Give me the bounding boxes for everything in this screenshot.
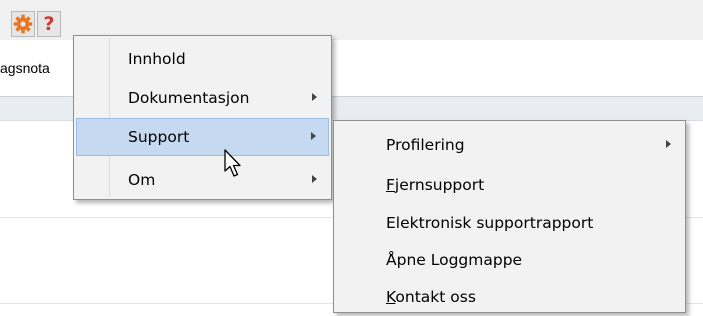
help-icon: ? xyxy=(43,12,55,35)
submenu-arrow-icon xyxy=(312,175,317,183)
menu-item-label: Support xyxy=(128,128,190,146)
support-submenu: Profilering Fjernsupport Elektronisk sup… xyxy=(333,120,686,313)
mouse-pointer-icon xyxy=(224,149,241,177)
menu-item-label: Åpne Loggmappe xyxy=(386,251,523,269)
menu-item-dokumentasjon[interactable]: Dokumentasjon xyxy=(76,79,329,117)
menu-item-label: Om xyxy=(128,171,156,189)
mnemonic-letter: K xyxy=(386,288,396,306)
help-button[interactable]: ? xyxy=(37,11,61,37)
mnemonic-letter: F xyxy=(386,176,395,194)
menu-item-label: Kontakt oss xyxy=(386,278,476,316)
submenu-arrow-icon xyxy=(312,93,317,101)
menu-item-apne-loggmappe[interactable]: Åpne Loggmappe xyxy=(336,241,683,279)
menu-item-innhold[interactable]: Innhold xyxy=(76,40,329,78)
menu-item-om[interactable]: Om xyxy=(76,161,329,199)
menu-item-label-rest: ontakt oss xyxy=(395,288,476,306)
menu-item-label: Elektronisk supportrapport xyxy=(386,214,594,232)
gear-icon xyxy=(13,14,33,34)
menu-item-elektronisk-supportrapport[interactable]: Elektronisk supportrapport xyxy=(336,204,683,242)
menu-item-label: Dokumentasjon xyxy=(128,89,250,107)
tab-label[interactable]: agsnota xyxy=(0,60,50,76)
menu-item-label: Fjernsupport xyxy=(386,166,484,204)
menu-item-fjernsupport[interactable]: Fjernsupport xyxy=(336,166,683,204)
settings-button[interactable] xyxy=(11,11,35,37)
menu-item-label-rest: jernsupport xyxy=(394,176,485,194)
toolbar: ? xyxy=(0,0,703,40)
help-menu: Innhold Dokumentasjon Support Om xyxy=(73,35,332,200)
menu-item-label: Innhold xyxy=(128,50,186,68)
menu-item-profilering[interactable]: Profilering xyxy=(336,126,683,164)
submenu-arrow-icon xyxy=(311,132,316,140)
menu-item-label: Profilering xyxy=(386,136,465,154)
submenu-arrow-icon xyxy=(666,140,671,148)
menu-item-support[interactable]: Support xyxy=(76,118,329,156)
menu-item-kontakt-oss[interactable]: Kontakt oss xyxy=(336,278,683,316)
